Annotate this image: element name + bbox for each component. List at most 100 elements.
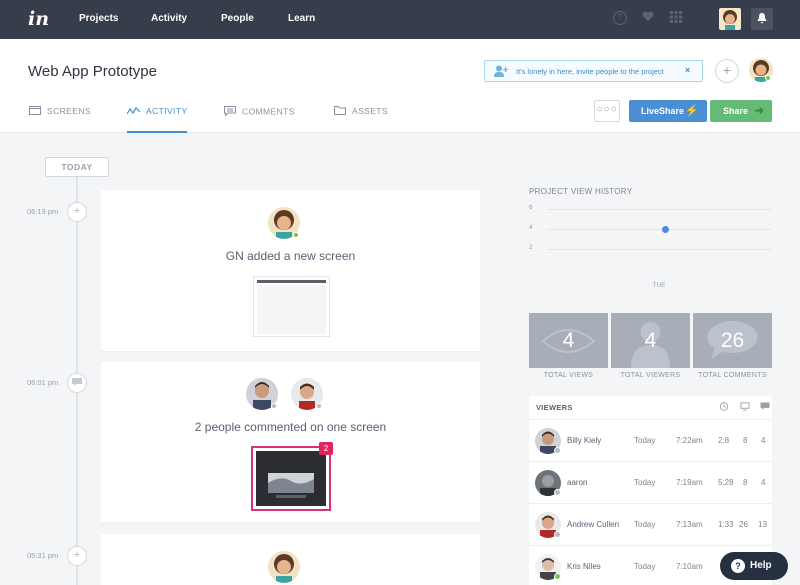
share-button[interactable]: Share ➜ xyxy=(710,100,772,122)
comment-icon xyxy=(760,402,770,411)
offline-status-dot xyxy=(554,489,561,496)
project-header: Web App Prototype It's lonely in here, i… xyxy=(0,39,800,133)
monitor-icon xyxy=(740,402,750,411)
viewer-time: 7:22am xyxy=(676,436,703,445)
nav-link-activity[interactable]: Activity xyxy=(151,13,187,24)
viewer-comments: 4 xyxy=(761,436,766,445)
total-views-value: 4 xyxy=(562,329,575,352)
x-tick-label: TUE xyxy=(652,282,666,289)
screen-thumbnail[interactable] xyxy=(251,446,331,511)
offline-status-dot xyxy=(316,403,322,409)
top-navigation-bar: in Projects Activity People Learn ? xyxy=(0,0,800,39)
viewer-row[interactable]: aaron Today 7:19am 5:28 8 4 xyxy=(529,461,772,503)
activity-card: 2 people commented on one screen 2 xyxy=(101,362,480,522)
add-collaborator-button[interactable]: + xyxy=(715,59,739,83)
nav-link-learn[interactable]: Learn xyxy=(288,13,315,24)
viewer-duration: 1:33 xyxy=(718,520,734,529)
viewers-title: VIEWERS xyxy=(536,403,573,412)
screen-thumbnail[interactable] xyxy=(253,276,330,337)
activity-text: GN added a new screen xyxy=(225,249,356,263)
viewer-day: Today xyxy=(634,436,656,445)
y-tick-label: 2 xyxy=(529,244,533,251)
viewer-comments: 4 xyxy=(761,478,766,487)
invite-banner[interactable]: It's lonely in here, invite people to th… xyxy=(484,60,703,82)
nav-link-people[interactable]: People xyxy=(221,13,254,24)
viewer-day: Today xyxy=(634,478,656,487)
lightning-icon: ⚡ xyxy=(685,105,699,117)
data-point[interactable] xyxy=(661,226,669,233)
tab-comments-label: COMMENTS xyxy=(242,106,295,117)
liveshare-label: LiveShare xyxy=(641,106,685,116)
activity-icon xyxy=(126,106,141,117)
tab-screens-label: SCREENS xyxy=(47,106,91,116)
viewer-row[interactable]: Billy Kiely Today 7:22am 2:8 8 4 xyxy=(529,419,772,461)
add-event-icon: + xyxy=(67,202,87,222)
viewer-screens: 26 xyxy=(739,520,748,529)
total-comments-label: TOTAL COMMENTS xyxy=(698,372,767,379)
viewer-name: Billy Kiely xyxy=(567,436,602,445)
share-arrow-icon: ➜ xyxy=(754,105,764,117)
tab-assets-label: ASSETS xyxy=(352,106,388,116)
clock-icon xyxy=(719,402,729,411)
viewer-name: Andrew Cullen xyxy=(567,520,620,529)
avatar xyxy=(268,551,300,583)
add-event-icon: + xyxy=(67,546,87,566)
online-status-dot xyxy=(293,232,299,238)
total-viewers-label: TOTAL VIEWERS xyxy=(620,372,681,379)
total-viewers-box: 4 xyxy=(611,313,690,368)
gridline xyxy=(547,209,772,210)
thumbnail-topbar xyxy=(257,280,326,283)
activity-text: 2 people commented on one screen xyxy=(194,420,387,434)
nav-link-projects[interactable]: Projects xyxy=(79,13,118,24)
total-viewers-value: 4 xyxy=(644,329,657,352)
thumbnail-image xyxy=(256,451,326,506)
share-label: Share xyxy=(723,106,749,116)
notifications-bell-icon[interactable] xyxy=(751,8,773,30)
help-icon[interactable]: ? xyxy=(613,11,627,25)
y-tick-label: 6 xyxy=(529,204,533,211)
viewer-name: aaron xyxy=(567,478,588,487)
total-comments-box: 26 xyxy=(693,313,772,368)
thumbnail-body xyxy=(257,285,326,334)
y-tick-label: 4 xyxy=(529,224,533,231)
close-icon[interactable]: × xyxy=(685,65,690,75)
viewer-row[interactable]: Andrew Cullen Today 7:13am 1:33 26 13 xyxy=(529,503,772,545)
page-title: Web App Prototype xyxy=(28,63,157,80)
more-options-button[interactable]: ○○○ xyxy=(594,100,620,122)
viewer-name: Kris Niles xyxy=(567,562,601,571)
total-views-label: TOTAL VIEWS xyxy=(543,372,594,379)
tab-activity-label: ACTIVITY xyxy=(146,106,188,116)
help-button[interactable]: ? Help xyxy=(720,552,788,580)
gridline xyxy=(547,249,772,250)
viewer-time: 7:13am xyxy=(676,520,703,529)
apps-grid-icon[interactable] xyxy=(670,11,682,26)
event-time: 06:19 pm xyxy=(27,207,59,216)
tab-assets[interactable]: ASSETS xyxy=(334,106,388,133)
help-label: Help xyxy=(750,560,772,571)
comment-event-icon xyxy=(67,373,87,393)
viewer-duration: 2:8 xyxy=(718,436,730,445)
add-person-icon xyxy=(494,65,508,77)
heart-icon[interactable] xyxy=(642,11,654,25)
tab-activity[interactable]: ACTIVITY xyxy=(126,106,188,133)
tab-comments[interactable]: COMMENTS xyxy=(224,106,295,133)
invite-banner-text: It's lonely in here, invite people to th… xyxy=(516,67,664,76)
screens-icon xyxy=(29,106,41,117)
offline-status-dot xyxy=(554,531,561,538)
tab-screens[interactable]: SCREENS xyxy=(29,106,91,133)
today-badge: TODAY xyxy=(45,157,109,177)
view-history-title: PROJECT VIEW HISTORY xyxy=(529,187,633,196)
offline-status-dot xyxy=(554,447,561,454)
viewer-screens: 8 xyxy=(743,436,748,445)
invision-logo[interactable]: in xyxy=(28,8,49,30)
activity-card: GN added a new screen xyxy=(101,190,480,351)
user-avatar[interactable] xyxy=(719,8,741,30)
event-time: 06:01 pm xyxy=(27,378,59,387)
comment-count-badge: 2 xyxy=(319,442,333,455)
viewer-time: 7:10am xyxy=(676,562,703,571)
liveshare-button[interactable]: LiveShare ⚡ xyxy=(629,100,707,122)
viewer-day: Today xyxy=(634,520,656,529)
activity-card xyxy=(101,534,480,585)
comments-icon xyxy=(224,106,236,118)
viewer-duration: 5:28 xyxy=(718,478,734,487)
